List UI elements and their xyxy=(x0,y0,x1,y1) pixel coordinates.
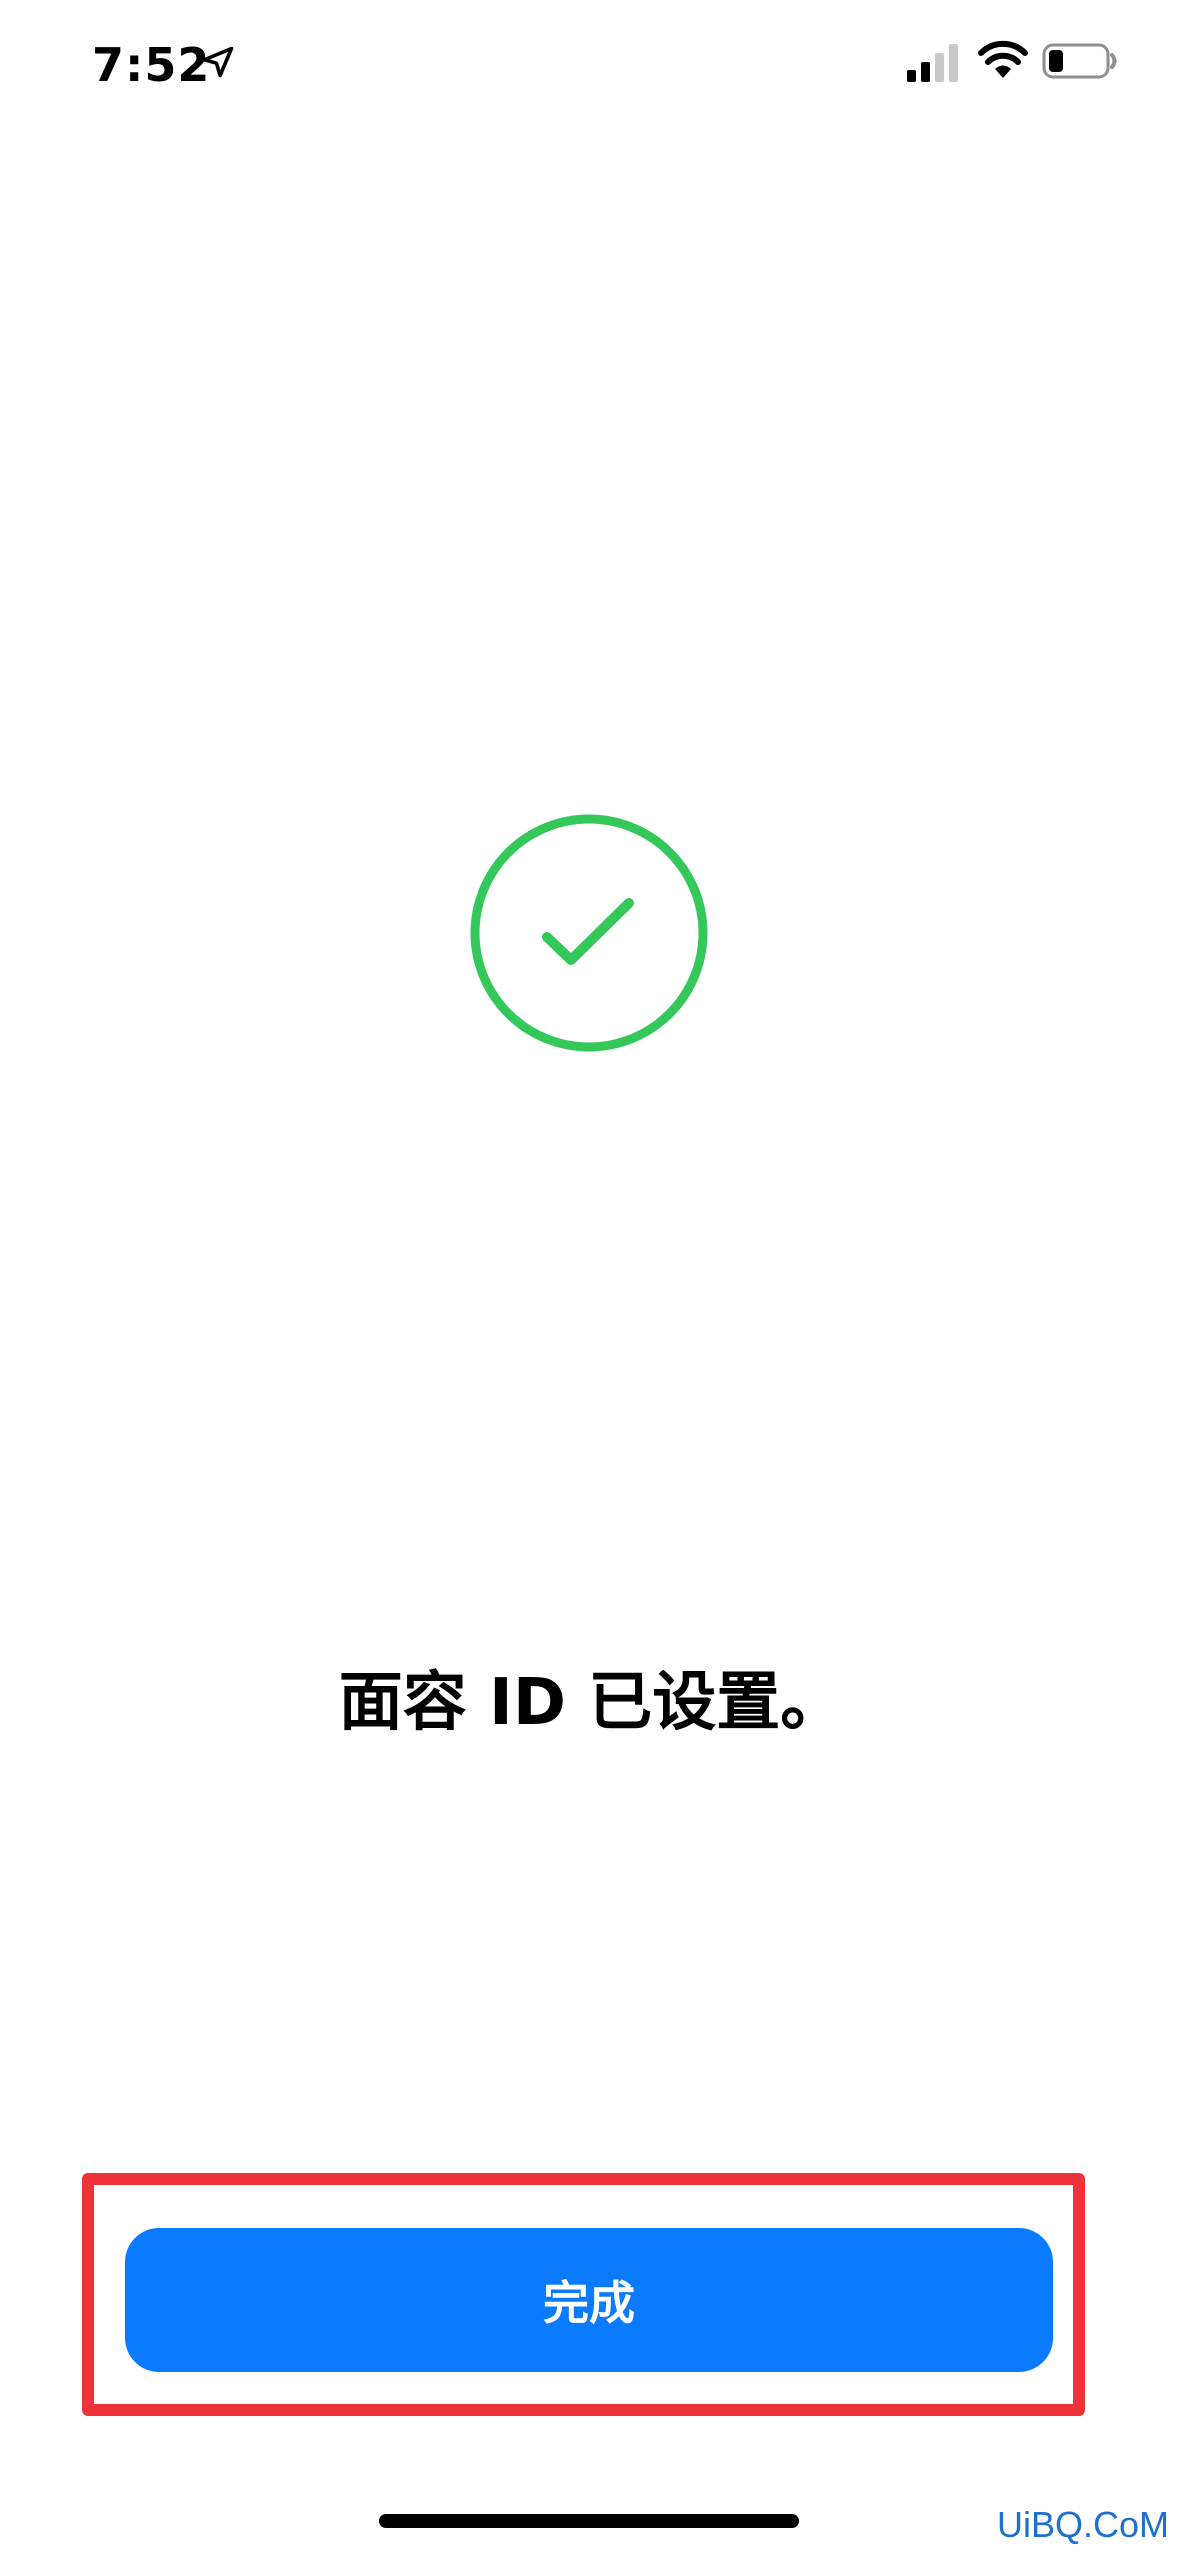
status-bar: 7:52 xyxy=(0,0,1183,130)
home-indicator[interactable] xyxy=(379,2514,799,2528)
page-title: 面容 ID 已设置。 xyxy=(338,1666,845,1740)
wifi-icon xyxy=(978,40,1028,78)
watermark: UiBQ.CoM xyxy=(996,2504,1169,2545)
cellular-signal-icon xyxy=(907,44,958,82)
battery-low-icon xyxy=(1042,43,1117,79)
status-time: 7:52 xyxy=(92,38,211,92)
done-button[interactable]: 完成 xyxy=(125,2228,1053,2372)
location-arrow-icon xyxy=(202,46,234,78)
checkmark-circle-icon xyxy=(470,814,708,1052)
